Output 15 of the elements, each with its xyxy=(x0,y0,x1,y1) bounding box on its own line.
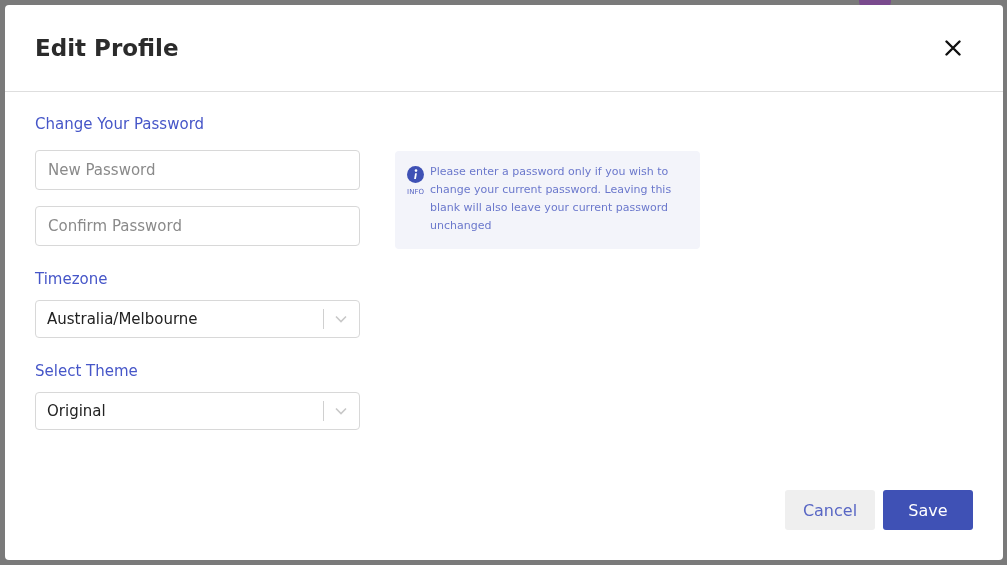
field-label: Select Theme xyxy=(35,362,139,380)
chevron-down-icon xyxy=(335,407,347,415)
field-label: Timezone xyxy=(35,270,109,288)
dropdown[interactable]: Original xyxy=(35,392,360,430)
dropdown[interactable]: Australia/Melbourne xyxy=(35,300,360,338)
cancel-button[interactable]: Cancel xyxy=(785,490,875,530)
info-icon xyxy=(407,166,424,183)
dialog-title: Edit Profile xyxy=(35,35,179,61)
password-field[interactable]: Confirm Password xyxy=(35,206,360,246)
close-icon[interactable] xyxy=(945,40,961,56)
section-heading: Change Your Password xyxy=(35,115,206,133)
save-button[interactable]: Save xyxy=(883,490,973,530)
password-field[interactable]: New Password xyxy=(35,150,360,190)
info-text: Please enter a password only if you wish to change your current password. Leaving this blank will also leave your current password unchanged xyxy=(430,164,673,234)
chevron-down-icon xyxy=(335,315,347,323)
